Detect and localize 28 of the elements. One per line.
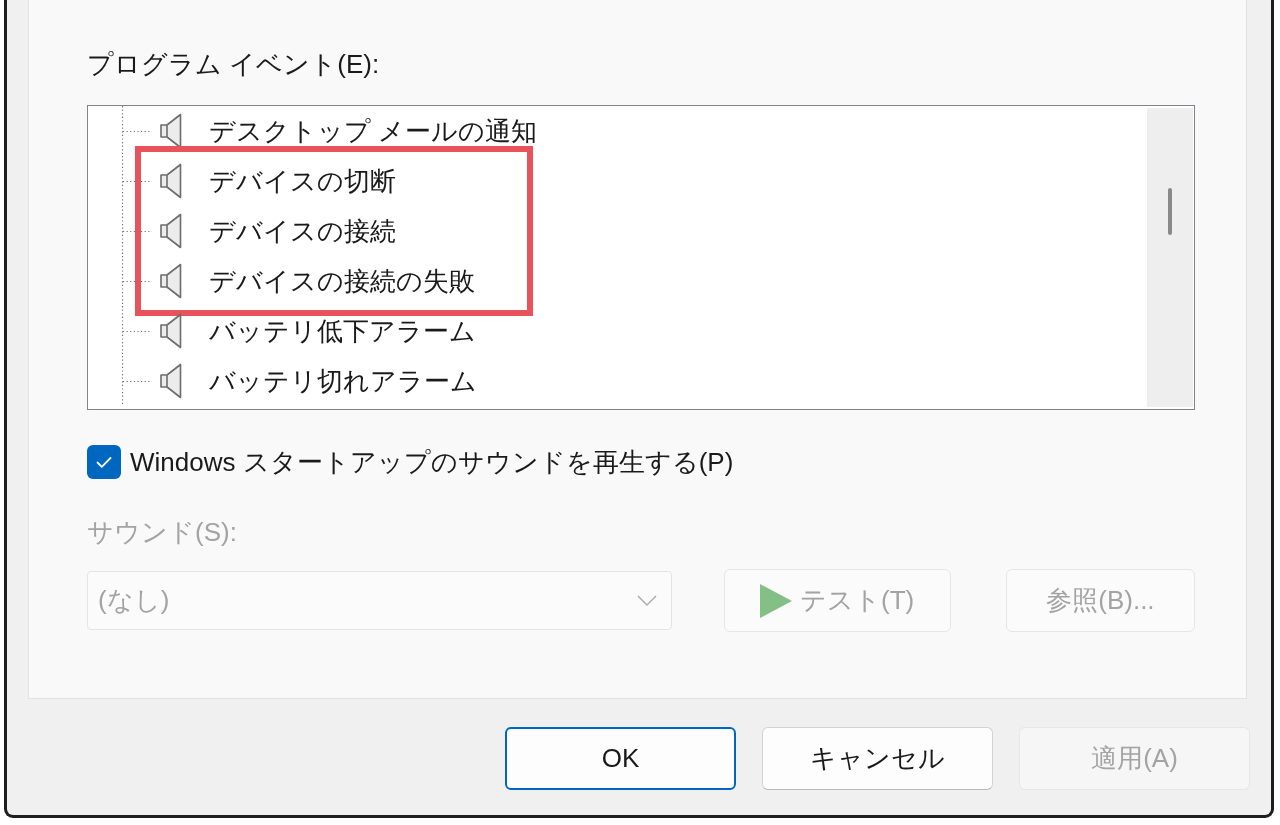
scrollbar[interactable]	[1147, 108, 1193, 407]
speaker-icon	[160, 313, 182, 349]
event-item[interactable]: デスクトップ メールの通知	[209, 115, 538, 147]
play-icon	[760, 583, 793, 618]
startup-sound-label: Windows スタートアップのサウンドを再生する(P)	[130, 446, 734, 478]
event-item[interactable]: デバイスの接続の失敗	[209, 265, 475, 297]
tree-connector	[122, 256, 152, 306]
speaker-icon	[160, 363, 182, 399]
sound-label: サウンド(S):	[87, 516, 238, 548]
tree-connector	[122, 156, 152, 206]
checkbox[interactable]	[87, 445, 121, 479]
cancel-button[interactable]: キャンセル	[762, 727, 993, 790]
speaker-icon	[160, 113, 182, 149]
chevron-down-icon	[636, 595, 657, 606]
tree-connector	[122, 206, 152, 256]
events-label: プログラム イベント(E):	[87, 48, 381, 80]
event-item[interactable]: デバイスの接続	[209, 215, 396, 247]
speaker-icon	[160, 163, 182, 199]
speaker-icon	[160, 263, 182, 299]
scrollbar-thumb[interactable]	[1168, 188, 1172, 235]
tree-connector	[122, 106, 152, 156]
event-item[interactable]: バッテリ切れアラーム	[209, 365, 477, 397]
speaker-icon	[160, 213, 182, 249]
ok-button[interactable]: OK	[505, 727, 736, 790]
tree-connector	[122, 356, 152, 406]
tree-connector	[122, 306, 152, 356]
event-item[interactable]: デバイスの切断	[209, 165, 396, 197]
event-item[interactable]: バッテリ低下アラーム	[209, 315, 476, 347]
